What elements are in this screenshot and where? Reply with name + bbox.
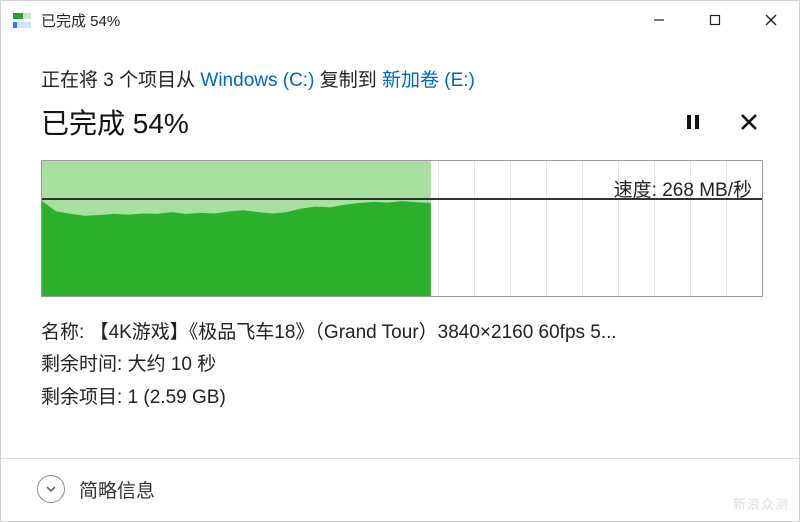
minimize-button[interactable]: [631, 1, 687, 39]
watermark: 新浪众测: [733, 494, 789, 513]
pause-button[interactable]: [679, 108, 707, 136]
copy-progress-icon: [11, 9, 33, 31]
name-value: 【4K游戏】《极品飞车18》（Grand Tour）3840×2160 60fp…: [90, 322, 617, 343]
window-controls: [631, 1, 799, 39]
speed-graph: 速度: 268 MB/秒: [41, 160, 763, 297]
time-remaining-value: 大约 10 秒: [128, 354, 217, 375]
progress-row: 已完成 54%: [41, 102, 763, 142]
transfer-description: 正在将 3 个项目从 Windows (C:) 复制到 新加卷 (E:): [41, 65, 763, 92]
dest-drive-link[interactable]: 新加卷 (E:): [382, 70, 475, 91]
divider: [1, 458, 799, 459]
detail-name: 名称: 【4K游戏】《极品飞车18》（Grand Tour）3840×2160 …: [41, 317, 763, 349]
items-remaining-value: 1 (2.59 GB): [128, 387, 226, 408]
time-remaining-label: 剩余时间:: [41, 354, 122, 375]
detail-time-remaining: 剩余时间: 大约 10 秒: [41, 349, 763, 381]
window-title: 已完成 54%: [41, 10, 120, 31]
transfer-prefix: 正在将 3 个项目从: [41, 70, 200, 91]
progress-heading: 已完成 54%: [41, 102, 651, 142]
dialog-content: 正在将 3 个项目从 Windows (C:) 复制到 新加卷 (E:) 已完成…: [1, 39, 799, 414]
details-block: 名称: 【4K游戏】《极品飞车18》（Grand Tour）3840×2160 …: [41, 317, 763, 414]
source-drive-link[interactable]: Windows (C:): [200, 70, 314, 91]
detail-items-remaining: 剩余项目: 1 (2.59 GB): [41, 382, 763, 414]
cancel-button[interactable]: [735, 108, 763, 136]
chevron-down-icon: [37, 475, 65, 503]
speed-label: 速度: 268 MB/秒: [614, 175, 752, 202]
toggle-label: 简略信息: [79, 476, 155, 503]
name-label: 名称:: [41, 322, 84, 343]
titlebar: 已完成 54%: [1, 1, 799, 39]
graph-area: [42, 161, 431, 296]
fewer-details-toggle[interactable]: 简略信息: [37, 475, 155, 503]
close-window-button[interactable]: [743, 1, 799, 39]
maximize-button[interactable]: [687, 1, 743, 39]
items-remaining-label: 剩余项目:: [41, 387, 122, 408]
transfer-middle: 复制到: [314, 70, 382, 91]
